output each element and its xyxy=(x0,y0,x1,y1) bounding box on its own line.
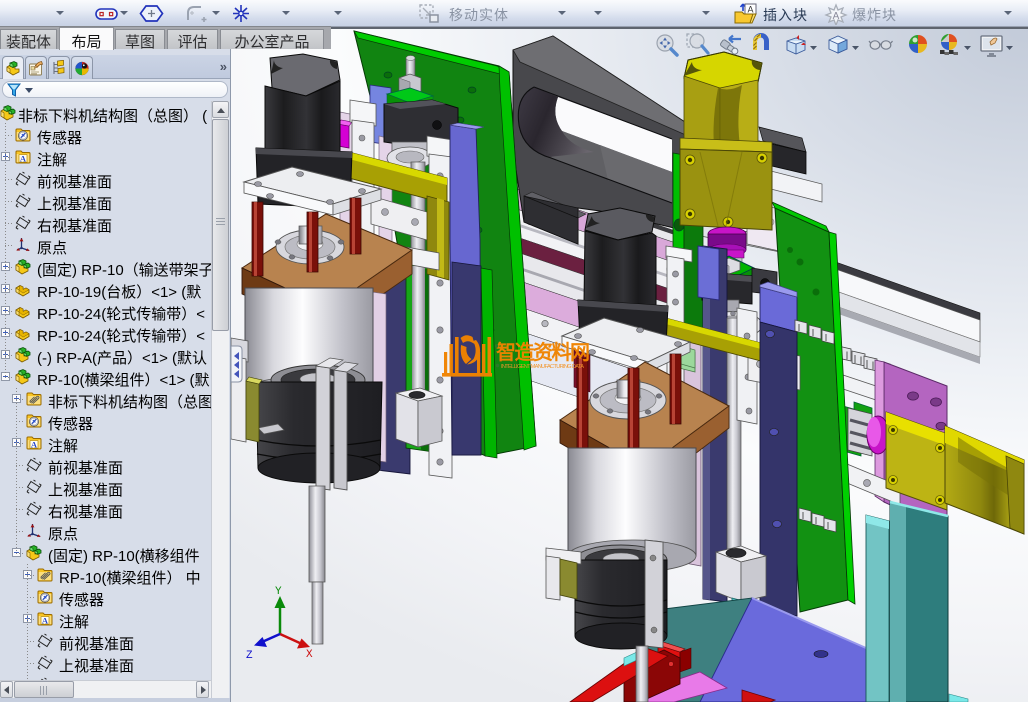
svg-text:INTELLIGENT MANUFACTURING DATA: INTELLIGENT MANUFACTURING DATA xyxy=(501,364,584,370)
svg-text:A: A xyxy=(747,5,753,15)
svg-text:X: X xyxy=(306,649,313,661)
svg-text:Z: Z xyxy=(246,650,253,662)
svg-text:A: A xyxy=(833,11,840,22)
svg-text:智造资料网: 智造资料网 xyxy=(496,340,589,364)
svg-text:Y: Y xyxy=(275,586,282,598)
